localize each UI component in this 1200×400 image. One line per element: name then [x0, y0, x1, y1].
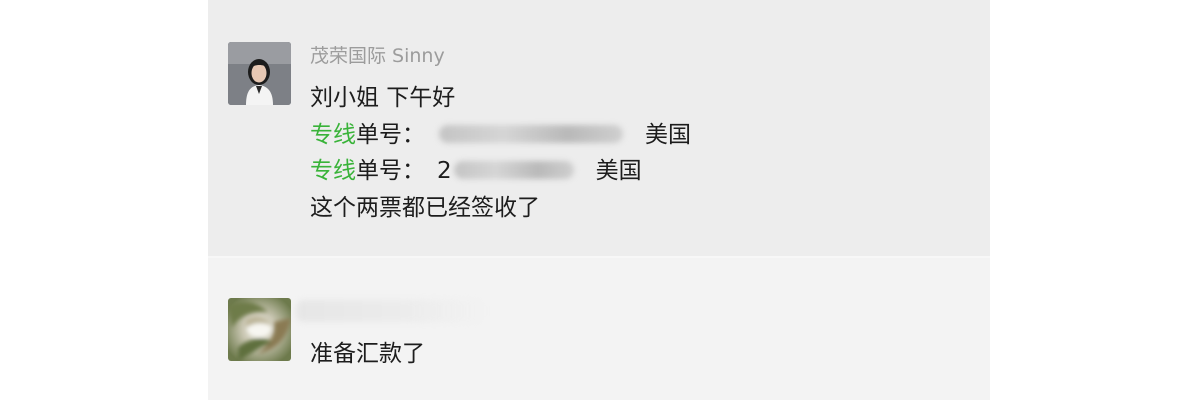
person-avatar-icon	[228, 42, 291, 105]
message-block: 茂荣国际 Sinny 刘小姐 下午好 专线单号： 美国 专线单号： 2 美国 这个两票…	[208, 0, 990, 256]
message-line: 准备汇款了	[310, 341, 425, 367]
tracking-tag: 专线	[310, 122, 356, 148]
chat-panel: 茂荣国际 Sinny 刘小姐 下午好 专线单号： 美国 专线单号： 2 美国 这个两票…	[208, 0, 990, 400]
tracking-number-prefix: 2	[437, 158, 452, 184]
destination-label: 美国	[645, 122, 691, 148]
message-line: 这个两票都已经签收了	[310, 195, 540, 221]
message-line: 专线单号： 2 美国	[310, 151, 642, 185]
tracking-label: 单号：	[356, 122, 425, 148]
redacted-tracking-number	[439, 124, 623, 143]
sender-name: 茂荣国际 Sinny	[310, 45, 445, 67]
tracking-label: 单号：	[356, 158, 425, 184]
sender-name-blurred	[296, 300, 486, 322]
redacted-tracking-number	[453, 160, 574, 179]
blurred-avatar-icon	[228, 298, 291, 361]
sender-avatar[interactable]	[228, 298, 291, 361]
destination-label: 美国	[595, 158, 642, 184]
tracking-tag: 专线	[310, 158, 356, 184]
message-divider	[208, 256, 990, 258]
sender-avatar[interactable]	[228, 42, 291, 105]
message-line: 专线单号： 美国	[310, 115, 691, 149]
message-line: 刘小姐 下午好	[310, 85, 456, 111]
